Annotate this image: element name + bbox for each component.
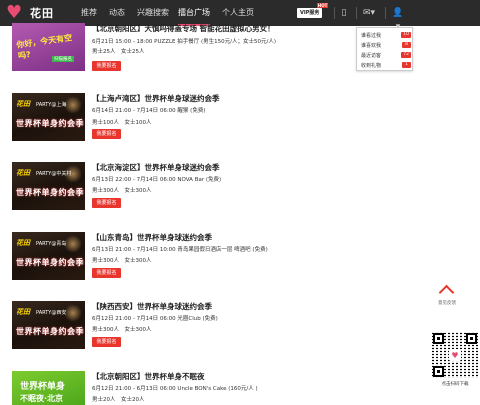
dropdown-item-gifts[interactable]: 收到礼物 1 bbox=[361, 61, 411, 69]
dropdown-item-label: 收到礼物 bbox=[361, 62, 382, 69]
event-date-line: 6月13日 21:00 - 7月14日 10:00 青岛果园假日酒店一层 啤酒吧… bbox=[92, 247, 268, 253]
event-title[interactable]: 【上海卢湾区】世界杯单身球迷约会季 bbox=[92, 93, 220, 104]
event-title[interactable]: 【北京海淀区】世界杯单身球迷约会季 bbox=[92, 162, 220, 173]
mail-icon[interactable]: ✉▾ bbox=[362, 6, 376, 20]
decor-lights bbox=[64, 96, 82, 114]
feedback-widget[interactable]: 意见反馈 bbox=[433, 283, 461, 313]
thumb-logo-text: 花田 bbox=[16, 307, 30, 316]
event-item: 花田 PARTY@青岛 世界杯单身约会季 【山东青岛】世界杯单身球迷约会季 6月… bbox=[12, 232, 352, 292]
event-date-line: 6月14日 21:00 - 7月14日 06:00 醒猴 (免费) bbox=[92, 108, 206, 114]
event-date-line: 6月12日 21:00 - 6月13日 06:00 Uncle BON's Ca… bbox=[92, 386, 258, 392]
feedback-label: 意见反馈 bbox=[438, 301, 456, 306]
thumb-headline: 世界杯单身约会季 bbox=[16, 119, 84, 128]
decor-lights bbox=[64, 304, 82, 322]
thumb-tag: 扫描报名 bbox=[52, 56, 74, 62]
event-thumbnail[interactable]: 你好，今天有空吗? 扫描报名 bbox=[12, 23, 85, 71]
heart-logo-icon: ♥ bbox=[6, 2, 23, 23]
count-badge: 1 bbox=[402, 62, 411, 68]
event-quota: 男士300人 女士300人 bbox=[92, 327, 152, 333]
nav-divider bbox=[385, 7, 386, 19]
scroll-top-icon[interactable] bbox=[435, 283, 459, 297]
event-thumbnail[interactable]: 花田 PARTY@上海 世界杯单身约会季 bbox=[12, 93, 85, 141]
thumb-logo-text: 花田 bbox=[16, 99, 30, 108]
thumb-party-text: PARTY@青岛 bbox=[36, 241, 67, 247]
hot-badge: HOT bbox=[316, 3, 329, 8]
qr-download-label[interactable]: 点击扫码下载 bbox=[430, 381, 480, 387]
dropdown-item-label: 谁看过我 bbox=[361, 32, 382, 39]
event-date-line: 6月13日 22:00 - 7月14日 06:00 NOVA Bar (免费) bbox=[92, 177, 222, 183]
register-button[interactable]: 我要报名 bbox=[92, 198, 121, 208]
thumb-headline: 世界杯单身约会季 bbox=[16, 327, 84, 336]
event-title[interactable]: 【山东青岛】世界杯单身球迷约会季 bbox=[92, 232, 212, 243]
event-item: 世界杯单身 不眠夜·北京 【北京朝阳区】世界杯单身不眠夜 6月12日 21:00… bbox=[12, 371, 352, 405]
event-quota: 男士300人 女士300人 bbox=[92, 258, 152, 264]
thumb-logo-text: 花田 bbox=[16, 168, 30, 177]
thumb-headline: 世界杯单身 bbox=[20, 382, 66, 392]
heart-logo-icon: ♥ bbox=[449, 349, 461, 361]
event-item: 花田 PARTY@西安 世界杯单身约会季 【陕西西安】世界杯单身球迷约会季 6月… bbox=[12, 301, 352, 361]
nav-divider bbox=[356, 7, 357, 19]
event-title[interactable]: 【北京朝阳区】世界杯单身不眠夜 bbox=[92, 371, 205, 382]
dropdown-item-label: 谁喜欢我 bbox=[361, 42, 382, 49]
dropdown-item-label: 最近访客 bbox=[361, 52, 382, 59]
event-thumbnail[interactable]: 世界杯单身 不眠夜·北京 bbox=[12, 371, 85, 405]
thumb-party-text: PARTY@中关村 bbox=[36, 171, 72, 177]
event-item: 花田 PARTY@上海 世界杯单身约会季 【上海卢湾区】世界杯单身球迷约会季 6… bbox=[12, 93, 352, 153]
event-date-line: 6月12日 21:00 - 7月14日 06:00 光圈Club (免费) bbox=[92, 316, 218, 322]
event-thumbnail[interactable]: 花田 PARTY@青岛 世界杯单身约会季 bbox=[12, 232, 85, 280]
event-item: 花田 PARTY@中关村 世界杯单身约会季 【北京海淀区】世界杯单身球迷约会季 … bbox=[12, 162, 352, 222]
vip-service-button[interactable]: VIP服务 HOT bbox=[297, 3, 329, 18]
site-logo[interactable]: ♥ 花田 bbox=[6, 3, 54, 23]
qr-finder bbox=[466, 333, 477, 344]
thumb-party-text: PARTY@上海 bbox=[36, 102, 67, 108]
dropdown-item-likes[interactable]: 谁喜欢我 8 bbox=[361, 41, 411, 49]
thumb-logo-text: 花田 bbox=[16, 238, 30, 247]
register-button[interactable]: 我要报名 bbox=[92, 61, 121, 71]
event-title[interactable]: 【北京朝阳区】大慎吗得盖专场 智能花田虚拟心男女！ bbox=[92, 23, 275, 34]
count-badge: 8 bbox=[402, 42, 411, 48]
thumb-subline: 不眠夜·北京 bbox=[20, 394, 64, 403]
event-quota: 男士20人 女士20人 bbox=[92, 397, 145, 403]
event-title[interactable]: 【陕西西安】世界杯单身球迷约会季 bbox=[92, 301, 212, 312]
count-badge: 10 bbox=[401, 32, 411, 38]
event-thumbnail[interactable]: 花田 PARTY@西安 世界杯单身约会季 bbox=[12, 301, 85, 349]
dropdown-item-visitors[interactable]: 最近访客 72 bbox=[361, 51, 411, 59]
vip-label: VIP服务 bbox=[300, 10, 320, 16]
dropdown-item-viewers[interactable]: 谁看过我 10 bbox=[361, 31, 411, 39]
notifications-dropdown: 谁看过我 10 谁喜欢我 8 最近访客 72 收到礼物 1 bbox=[356, 27, 413, 71]
count-badge: 72 bbox=[401, 52, 411, 58]
app-download-qr[interactable]: ♥ bbox=[432, 332, 478, 378]
qr-finder bbox=[433, 366, 444, 377]
qr-finder bbox=[433, 333, 444, 344]
register-button[interactable]: 我要报名 bbox=[92, 129, 121, 139]
event-item: 你好，今天有空吗? 扫描报名 【北京朝阳区】大慎吗得盖专场 智能花田虚拟心男女！… bbox=[12, 23, 352, 83]
logo-text: 花田 bbox=[30, 7, 54, 20]
thumb-headline: 世界杯单身约会季 bbox=[16, 188, 84, 197]
mobile-icon[interactable]: ▯ bbox=[337, 6, 351, 20]
register-button[interactable]: 我要报名 bbox=[92, 268, 121, 278]
user-icon[interactable]: 👤▾ bbox=[391, 6, 405, 32]
event-quota: 男士100人 女士100人 bbox=[92, 120, 152, 126]
nav-divider bbox=[334, 7, 335, 19]
thumb-party-text: PARTY@西安 bbox=[36, 310, 67, 316]
decor-lights bbox=[64, 235, 82, 253]
thumb-text: 你好，今天有空吗? bbox=[15, 33, 73, 61]
event-quota: 男士25人 女士25人 bbox=[92, 49, 145, 55]
event-thumbnail[interactable]: 花田 PARTY@中关村 世界杯单身约会季 bbox=[12, 162, 85, 210]
register-button[interactable]: 我要报名 bbox=[92, 337, 121, 347]
event-quota: 男士300人 女士300人 bbox=[92, 188, 152, 194]
thumb-headline: 世界杯单身约会季 bbox=[16, 258, 84, 267]
event-date-line: 6月21日 15:00 - 18:00 PUZZLE 拍手餐厅 (男生150元/… bbox=[92, 39, 276, 45]
